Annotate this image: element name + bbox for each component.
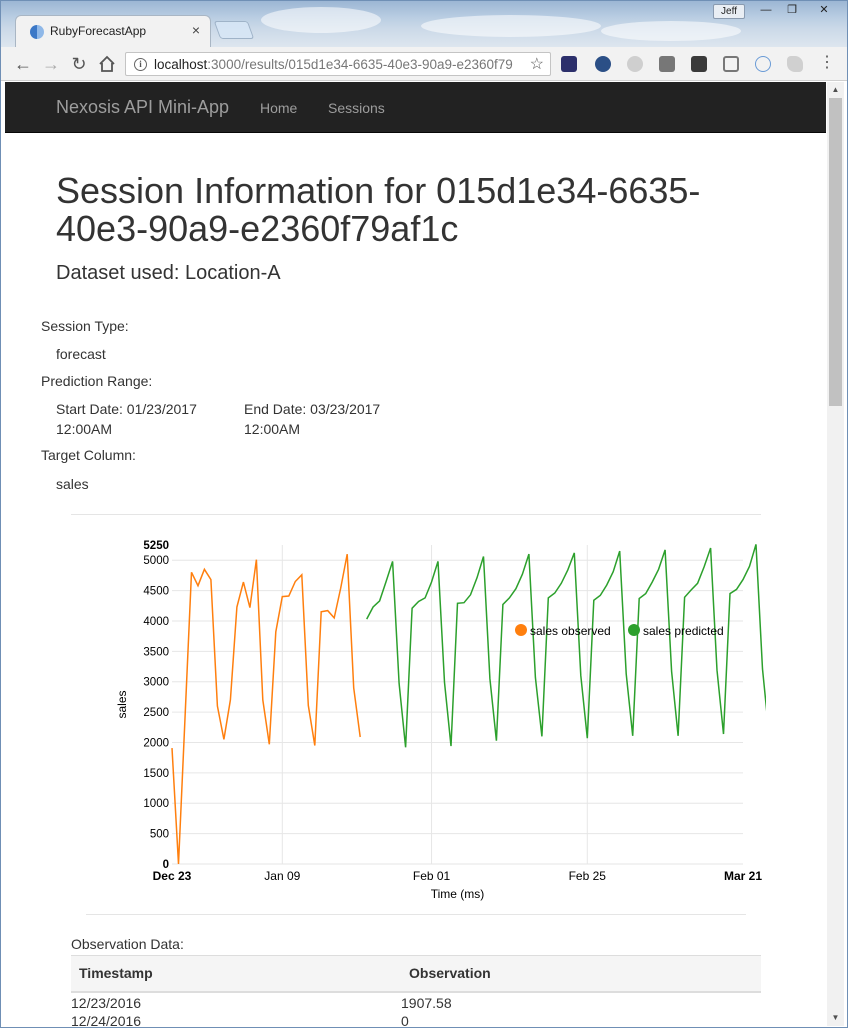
y-tick-label: 1500 [143, 768, 169, 780]
maximize-button[interactable]: ❐ [779, 2, 805, 20]
end-time-line: 12:00AM [244, 421, 301, 437]
start-date-line: Start Date: 01/23/2017 [56, 401, 197, 417]
y-tick-label: 2000 [143, 737, 169, 749]
reload-icon[interactable]: ↻ [67, 52, 91, 76]
observation-cell: 1907.58 [401, 994, 452, 1011]
y-tick-label: 500 [150, 829, 169, 841]
legend-label: sales predicted [643, 624, 724, 638]
minimize-button[interactable]: — [753, 2, 779, 20]
react-devtools-icon[interactable] [755, 56, 771, 72]
x-axis-label: Time (ms) [431, 887, 485, 901]
y-axis-label: sales [115, 690, 129, 718]
background-cloud [601, 21, 741, 41]
extension-icon[interactable] [787, 56, 803, 72]
divider [86, 914, 746, 915]
x-tick-label: Mar 21 [724, 869, 762, 883]
observation-data-label: Observation Data: [71, 936, 184, 952]
extension-icon[interactable] [561, 56, 577, 72]
page-scrollbar[interactable]: ▲ ▼ [827, 82, 844, 1026]
tab-title: RubyForecastApp [50, 24, 147, 38]
observation-table: Timestamp Observation 12/23/2016 1907.58… [71, 955, 761, 1026]
start-date: Start Date: 01/23/2017 12:00AM [56, 399, 206, 439]
angular-extension-icon[interactable] [627, 56, 643, 72]
divider [71, 514, 761, 515]
cast-icon[interactable] [723, 56, 739, 72]
y-tick-label: 2500 [143, 707, 169, 719]
address-bar[interactable]: i localhost:3000/results/015d1e34-6635-4… [125, 52, 551, 76]
column-header-observation: Observation [401, 955, 761, 993]
series-line-sales-predicted [366, 544, 766, 748]
extension-icon[interactable] [595, 56, 611, 72]
nav-link-sessions[interactable]: Sessions [328, 100, 385, 116]
browser-toolbar: ← → ↻ i localhost:3000/results/015d1e34-… [1, 47, 847, 81]
prediction-range-label: Prediction Range: [41, 373, 153, 389]
bookmark-star-icon[interactable]: ☆ [530, 54, 544, 74]
y-tick-label: 1000 [143, 798, 169, 810]
table-row: 12/24/2016 0 [71, 1013, 761, 1027]
background-cloud [421, 15, 601, 37]
target-column-label: Target Column: [41, 447, 136, 463]
x-tick-label: Feb 25 [569, 869, 607, 883]
table-header-row: Timestamp Observation [71, 955, 761, 993]
new-tab-button[interactable] [213, 21, 255, 39]
profile-button[interactable]: Jeff [713, 4, 745, 19]
legend-marker [628, 624, 640, 636]
page-viewport: Nexosis API Mini-App Home Sessions Sessi… [5, 82, 826, 1026]
y-tick-label: 5250 [143, 540, 169, 552]
tab-favicon-icon [30, 25, 44, 39]
y-tick-label: 4500 [143, 586, 169, 598]
legend-label: sales observed [530, 624, 611, 638]
extension-icon[interactable] [691, 56, 707, 72]
site-info-icon[interactable]: i [134, 58, 147, 71]
y-tick-label: 4000 [143, 616, 169, 628]
y-tick-label: 3500 [143, 646, 169, 658]
close-window-button[interactable]: ✕ [807, 2, 841, 20]
column-header-timestamp: Timestamp [71, 955, 401, 993]
x-tick-label: Feb 01 [413, 869, 451, 883]
page-title: Session Information for 015d1e34-6635-40… [56, 170, 701, 249]
forward-arrow-icon[interactable]: → [39, 52, 63, 76]
title-bar: RubyForecastApp × Jeff — ❐ ✕ [1, 1, 847, 47]
scroll-down-arrow-icon[interactable]: ▼ [827, 1010, 844, 1026]
browser-window: RubyForecastApp × Jeff — ❐ ✕ ← → ↻ i loc… [0, 0, 848, 1028]
series-line-sales-observed [171, 553, 361, 865]
session-type-value: forecast [56, 346, 106, 362]
dataset-subtitle: Dataset used: Location-A [56, 262, 281, 284]
browser-menu-icon[interactable]: ⋮ [819, 54, 835, 72]
background-cloud [261, 7, 381, 33]
home-icon[interactable] [95, 52, 119, 76]
scrollbar-thumb[interactable] [829, 98, 842, 406]
target-column-value: sales [56, 476, 89, 492]
x-tick-label: Jan 09 [264, 869, 300, 883]
nav-link-home[interactable]: Home [260, 100, 297, 116]
scroll-up-arrow-icon[interactable]: ▲ [827, 82, 844, 98]
session-type-label: Session Type: [41, 318, 129, 334]
end-date-line: End Date: 03/23/2017 [244, 401, 381, 417]
legend-marker [515, 624, 527, 636]
observation-cell: 0 [401, 1012, 409, 1027]
url-text: localhost:3000/results/015d1e34-6635-40e… [154, 57, 524, 72]
x-tick-label: Dec 23 [153, 869, 192, 883]
table-row: 12/23/2016 1907.58 [71, 992, 761, 1013]
top-navbar: Nexosis API Mini-App Home Sessions [5, 82, 826, 133]
url-host: localhost [154, 57, 208, 72]
tab-close-icon[interactable]: × [192, 22, 200, 38]
y-tick-label: 5000 [143, 555, 169, 567]
timestamp-cell: 12/24/2016 [71, 1012, 142, 1027]
end-date: End Date: 03/23/2017 12:00AM [244, 399, 394, 439]
extension-icon[interactable] [659, 56, 675, 72]
start-time-line: 12:00AM [56, 421, 113, 437]
back-arrow-icon[interactable]: ← [11, 52, 35, 76]
navbar-brand[interactable]: Nexosis API Mini-App [56, 97, 229, 118]
url-path: :3000/results/015d1e34-6635-40e3-90a9-e2… [207, 57, 513, 72]
browser-tab-active[interactable]: RubyForecastApp × [15, 15, 211, 47]
timestamp-cell: 12/23/2016 [71, 994, 142, 1011]
y-tick-label: 3000 [143, 677, 169, 689]
sales-line-chart: 0500100015002000250030003500400045005000… [115, 540, 766, 901]
